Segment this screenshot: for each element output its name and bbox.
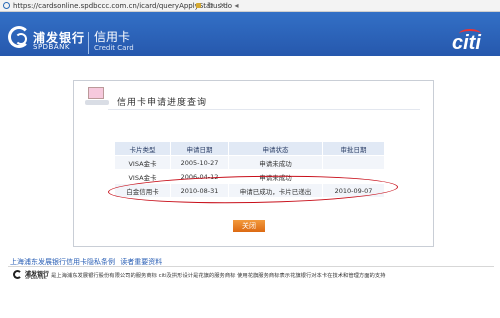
card-type: VISA金卡 xyxy=(114,155,171,170)
close-icon[interactable]: ✕ xyxy=(218,1,227,10)
privacy-policy-link[interactable]: 上海浦东发展银行信用卡隐私条例 xyxy=(10,258,115,266)
footer-divider xyxy=(8,266,494,267)
column-header: 申请状态 xyxy=(228,141,323,156)
spdb-logo-icon xyxy=(8,26,30,48)
product-name-english: Credit Card xyxy=(94,44,134,52)
apply-status: 申请未成功 xyxy=(228,155,323,170)
footer-bank-name-english: SPDBANK xyxy=(25,276,47,281)
title-divider xyxy=(108,109,420,110)
approval-date xyxy=(322,155,385,170)
site-header: 浦发银行 SPDBANK 信用卡 Credit Card citi xyxy=(0,12,500,56)
refresh-icon[interactable]: ↻ xyxy=(206,1,215,10)
footer-trademark-note: 是上海浦东发展银行股份有限公司的服务商标 citi及拱形设计是花旗的服务商标 使… xyxy=(51,273,386,279)
table-row: VISA金卡 2005-10-27 申请未成功 xyxy=(114,155,385,170)
column-header: 审批日期 xyxy=(322,141,385,156)
citi-logo: citi xyxy=(452,32,481,54)
header-divider xyxy=(88,32,89,54)
bank-name-english: SPDBANK xyxy=(33,43,70,51)
important-info-link[interactable]: 读者重要资料 xyxy=(120,258,162,266)
apply-date: 2005-10-27 xyxy=(170,155,229,170)
browser-address-bar: https://cardsonline.spdbccc.com.cn/icard… xyxy=(0,0,500,12)
close-button[interactable]: 关闭 xyxy=(233,220,265,232)
back-icon[interactable]: ◂ xyxy=(232,1,241,10)
page-title: 信用卡申请进度查询 xyxy=(117,98,208,108)
spdb-footer-logo-icon xyxy=(13,270,22,279)
page-icon xyxy=(3,2,10,9)
column-header: 申请日期 xyxy=(170,141,229,156)
computer-illustration-icon xyxy=(85,87,109,107)
table-header-row: 卡片类型 申请日期 申请状态 审批日期 xyxy=(114,141,385,156)
product-name: 信用卡 xyxy=(94,30,131,44)
lock-icon[interactable] xyxy=(196,3,201,8)
column-header: 卡片类型 xyxy=(114,141,171,156)
